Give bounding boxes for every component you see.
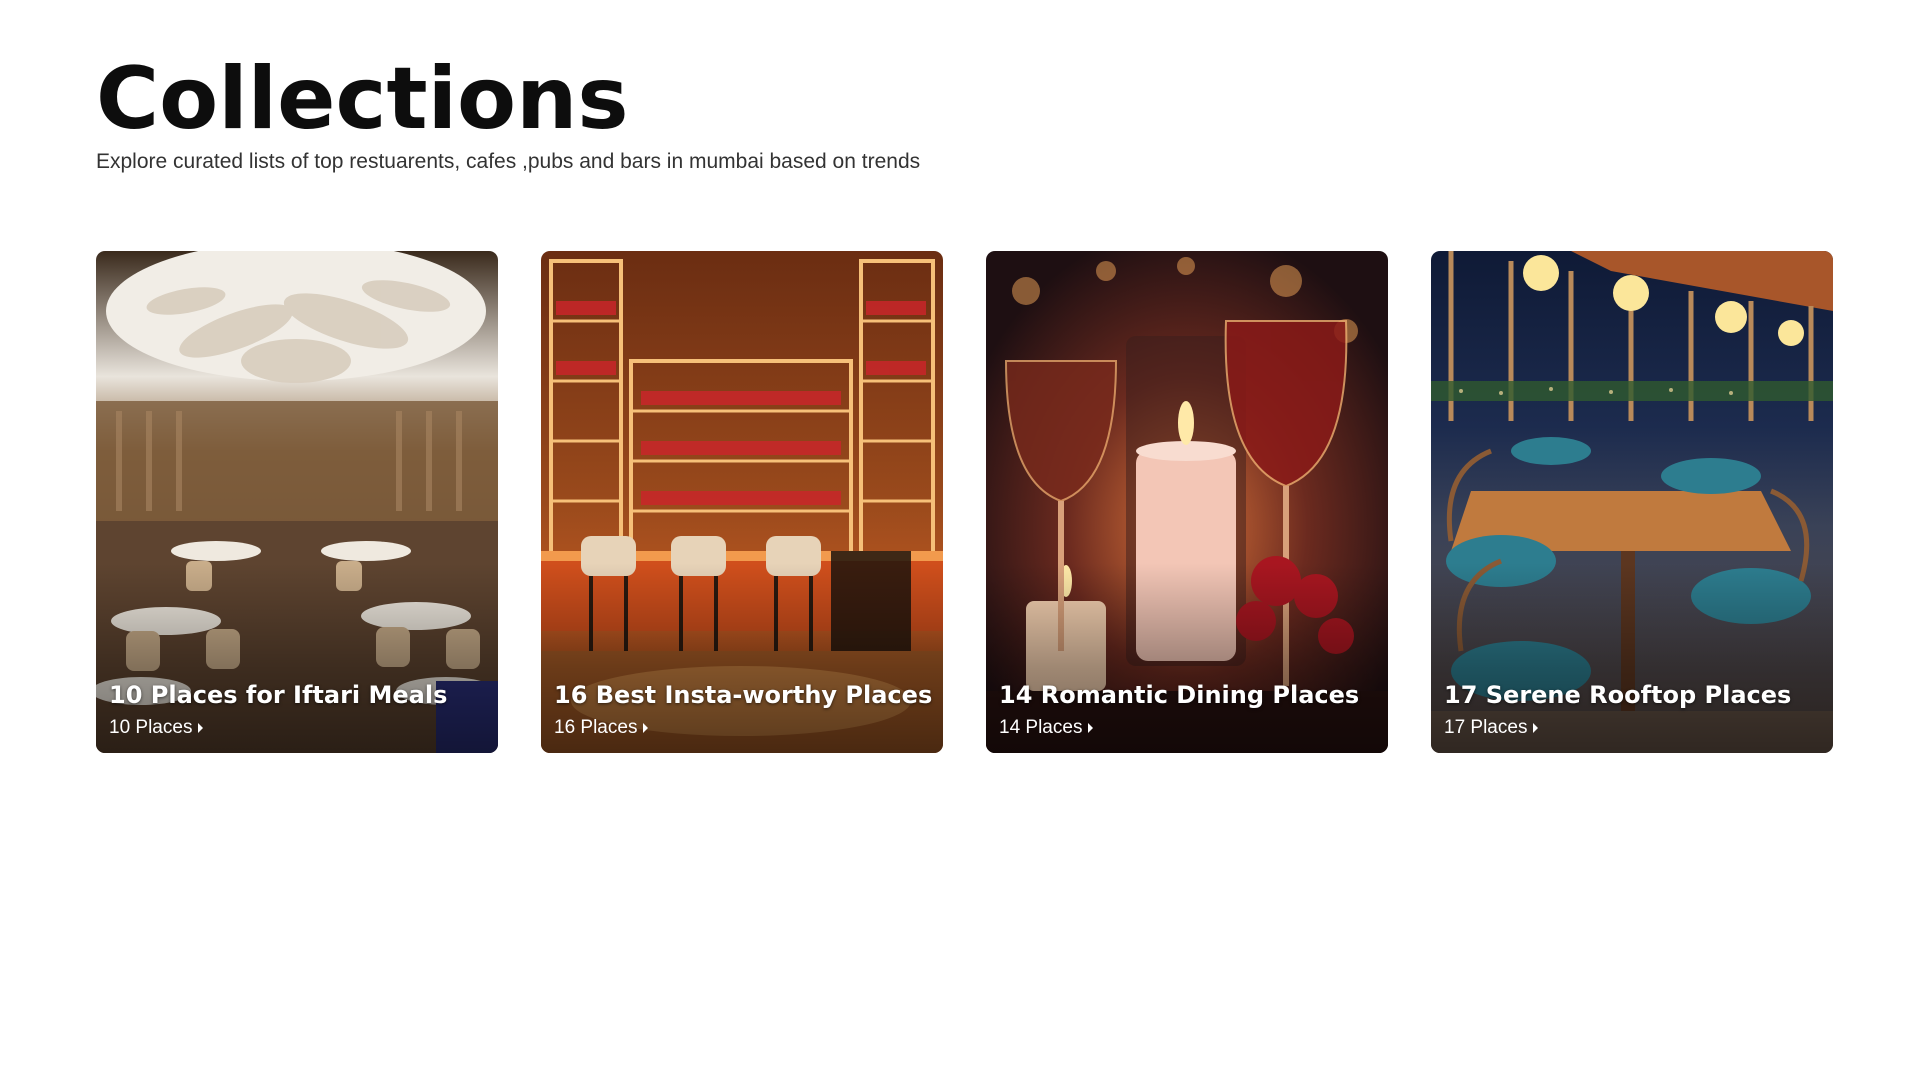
card-text: 14 Romantic Dining Places 14 Places	[999, 681, 1359, 739]
page-title: Collections	[96, 49, 629, 149]
collection-card-iftari[interactable]: 10 Places for Iftari Meals 10 Places	[96, 251, 498, 753]
card-title: 10 Places for Iftari Meals	[109, 681, 448, 709]
collections-grid: 10 Places for Iftari Meals 10 Places 16 …	[96, 251, 1833, 753]
caret-right-icon	[643, 723, 649, 733]
card-count: 16 Places	[554, 717, 638, 738]
card-text: 10 Places for Iftari Meals 10 Places	[109, 681, 447, 739]
collection-card-insta-worthy[interactable]: 16 Best Insta-worthy Places 16 Places	[541, 251, 943, 753]
card-count-link[interactable]: 10 Places	[109, 717, 447, 739]
card-title: 16 Best Insta-worthy Places	[554, 681, 933, 709]
caret-right-icon	[198, 723, 204, 733]
card-title: 17 Serene Rooftop Places	[1444, 681, 1792, 709]
caret-right-icon	[1088, 723, 1094, 733]
card-text: 17 Serene Rooftop Places 17 Places	[1444, 681, 1791, 739]
card-count-link[interactable]: 17 Places	[1444, 717, 1791, 739]
card-count: 17 Places	[1444, 717, 1528, 738]
card-count: 10 Places	[109, 717, 193, 738]
card-count-link[interactable]: 14 Places	[999, 717, 1359, 739]
card-count-link[interactable]: 16 Places	[554, 717, 932, 739]
collection-card-romantic[interactable]: 14 Romantic Dining Places 14 Places	[986, 251, 1388, 753]
caret-right-icon	[1533, 723, 1539, 733]
card-title: 14 Romantic Dining Places	[999, 681, 1360, 709]
collection-card-rooftop[interactable]: 17 Serene Rooftop Places 17 Places	[1431, 251, 1833, 753]
page-header: Collections Explore curated lists of top…	[96, 56, 920, 174]
card-text: 16 Best Insta-worthy Places 16 Places	[554, 681, 932, 739]
card-count: 14 Places	[999, 717, 1083, 738]
page-subtitle: Explore curated lists of top restuarents…	[96, 150, 921, 173]
